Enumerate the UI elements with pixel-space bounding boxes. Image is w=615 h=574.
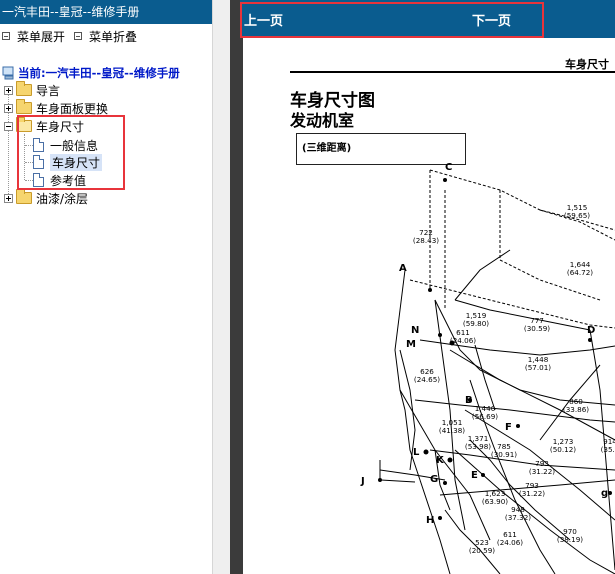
point-label-a: A <box>399 263 407 274</box>
dimension-in: (57.01) <box>525 363 551 372</box>
dimension-in: (31.22) <box>519 489 545 498</box>
current-location[interactable]: 当前:一汽丰田--皇冠--维修手册 <box>2 64 180 82</box>
dimension-in: (30.59) <box>524 324 550 333</box>
point-label-e: E <box>471 470 478 481</box>
tree-item-label: 导言 <box>36 83 61 98</box>
dimension-in: (31.22) <box>529 467 555 476</box>
tree-item-intro[interactable]: 导言 <box>4 81 60 99</box>
current-location-label: 当前:一汽丰田--皇冠--维修手册 <box>18 66 180 80</box>
dimension-in: (24.06) <box>497 538 523 547</box>
dimension-in: (20.59) <box>469 546 495 555</box>
dimension-in: (30.91) <box>491 450 517 459</box>
expand-toggle-icon[interactable] <box>4 193 13 203</box>
point-label-k: K <box>436 455 445 466</box>
section-header: 车身尺寸 <box>565 58 609 71</box>
point-label-g-small: g <box>601 488 608 499</box>
dimension-in: (50.12) <box>550 445 576 454</box>
panel-title: 一汽丰田--皇冠--维修手册 <box>0 0 212 24</box>
collapse-all-label: 菜单折叠 <box>89 29 138 44</box>
header-divider <box>290 71 615 73</box>
tree-item-paint-coating[interactable]: 油漆/涂层 <box>4 189 88 207</box>
dimension-in: (28.43) <box>413 236 439 245</box>
panel-splitter[interactable] <box>212 0 230 574</box>
folder-icon <box>16 99 32 114</box>
dimension-in: (59.80) <box>463 319 489 328</box>
computer-icon <box>2 66 14 80</box>
collapse-toggle-icon[interactable] <box>4 121 13 131</box>
viewer-frame <box>230 0 240 574</box>
point-label-l: L <box>413 447 420 458</box>
folder-icon <box>16 81 32 96</box>
dimension-in: (33.86) <box>563 405 589 414</box>
expand-all-button[interactable]: 菜单展开 <box>2 28 65 44</box>
diagram-linework <box>379 169 615 574</box>
point-label-c: C <box>445 162 452 173</box>
dimension-in: (63.90) <box>482 497 508 506</box>
dimension-in: (41.38) <box>439 426 465 435</box>
menu-tree-panel: 一汽丰田--皇冠--维修手册 菜单展开 菜单折叠 当前:一汽丰田--皇冠--维修… <box>0 0 212 574</box>
dimension-in: (37.32) <box>505 513 531 522</box>
document-viewer: 上一页 下一页 车身尺寸 车身尺寸图 发动机室 (三维距离) C A N M D… <box>240 0 615 574</box>
folder-icon <box>16 189 32 204</box>
point-label-d: D <box>587 325 595 336</box>
expand-toggle-icon[interactable] <box>4 103 13 113</box>
engine-compartment-diagram: C A N M D B F L K E J G H g 1,515 (59.65… <box>360 162 615 574</box>
dimension-in: (35.9 <box>601 445 615 454</box>
dimension-labels: 1,515 (59.65) 722 (28.43) 1,644 (64.72) … <box>413 203 615 555</box>
menu-icon <box>2 32 10 40</box>
tree-item-label: 油漆/涂层 <box>36 191 89 206</box>
page-nav-bar: 上一页 下一页 <box>240 0 615 38</box>
menu-icon <box>74 32 82 40</box>
page-subtitle: 发动机室 <box>290 111 355 130</box>
dimension-in: (59.65) <box>564 211 590 220</box>
dimension-in: (24.65) <box>414 375 440 384</box>
highlight-annotation-box <box>17 115 125 190</box>
expand-all-label: 菜单展开 <box>17 29 66 44</box>
dimension-in: (53.98) <box>465 442 491 451</box>
tree-item-label: 车身面板更换 <box>36 101 109 116</box>
point-label-j: J <box>360 476 365 487</box>
dimension-in: (38.19) <box>557 535 583 544</box>
dimension-in: (56.69) <box>472 412 498 421</box>
point-label-h: H <box>426 515 434 526</box>
dimension-in: (64.72) <box>567 268 593 277</box>
point-label-n: N <box>411 325 419 336</box>
point-label-g: G <box>430 474 438 485</box>
point-label-f: F <box>505 422 512 433</box>
collapse-all-button[interactable]: 菜单折叠 <box>74 28 137 44</box>
point-label-m: M <box>406 339 416 350</box>
expand-toggle-icon[interactable] <box>4 85 13 95</box>
highlight-annotation-box <box>240 2 544 38</box>
